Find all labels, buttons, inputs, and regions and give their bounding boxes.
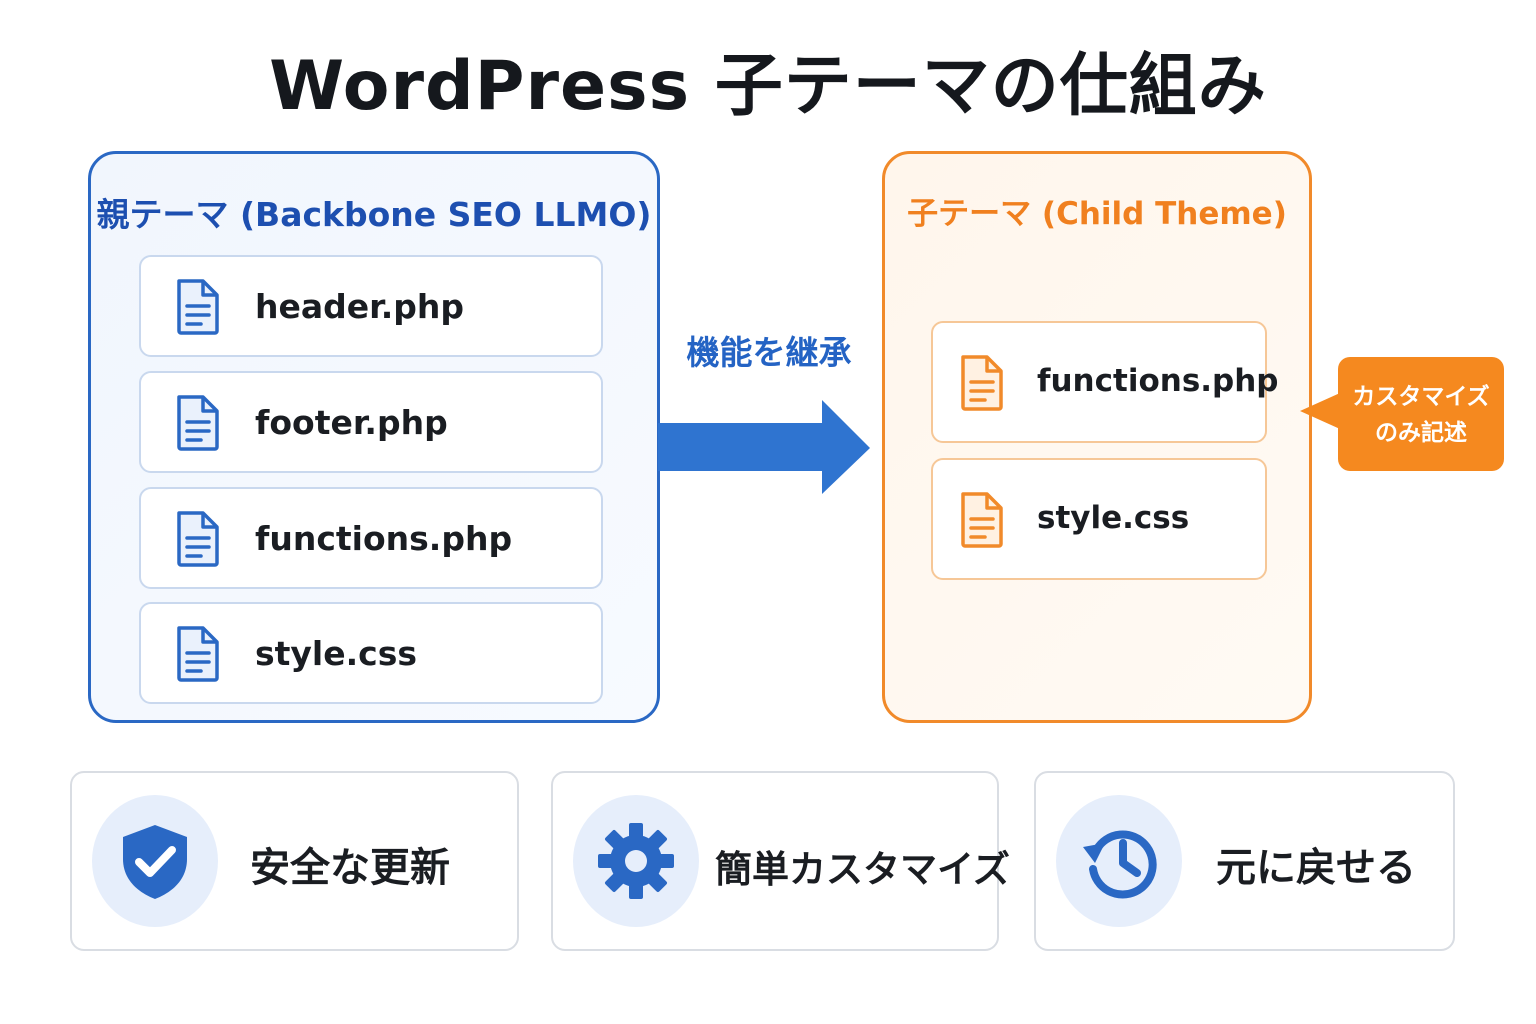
benefit-card-safe-update: 安全な更新 bbox=[70, 771, 519, 951]
gear-icon bbox=[598, 823, 674, 899]
file-card-footer-php: footer.php bbox=[139, 371, 603, 473]
file-name: style.css bbox=[1037, 500, 1190, 536]
shield-check-icon bbox=[123, 825, 187, 899]
document-icon bbox=[177, 511, 219, 567]
file-card-functions-php: functions.php bbox=[139, 487, 603, 589]
file-name: functions.php bbox=[255, 519, 513, 558]
arrow-right-icon bbox=[658, 400, 870, 494]
file-name: style.css bbox=[255, 634, 418, 673]
inherit-label: 機能を継承 bbox=[686, 333, 852, 372]
callout-box: カスタマイズ のみ記述 bbox=[1338, 357, 1504, 471]
document-icon bbox=[961, 355, 1003, 411]
callout-text: カスタマイズ のみ記述 bbox=[1338, 379, 1504, 451]
benefit-icon-circle bbox=[573, 795, 699, 927]
benefit-card-revertible: 元に戻せる bbox=[1034, 771, 1455, 951]
benefit-card-easy-customize: 簡単カスタマイズ bbox=[551, 771, 1010, 951]
benefit-icon-circle bbox=[1056, 795, 1182, 927]
child-theme-panel: 子テーマ (Child Theme) functions.php style.c… bbox=[882, 151, 1312, 723]
document-icon bbox=[961, 492, 1003, 548]
file-card-style-css: style.css bbox=[931, 458, 1267, 580]
file-card-functions-php: functions.php bbox=[931, 321, 1279, 443]
document-icon bbox=[177, 279, 219, 335]
benefit-label: 簡単カスタマイズ bbox=[715, 848, 1010, 891]
customize-callout: カスタマイズ のみ記述 bbox=[1300, 357, 1504, 471]
parent-theme-panel: 親テーマ (Backbone SEO LLMO) header.php foot… bbox=[88, 151, 660, 723]
history-icon bbox=[1083, 830, 1157, 899]
callout-pointer bbox=[1300, 393, 1340, 429]
callout-line-2: のみ記述 bbox=[1375, 420, 1467, 446]
parent-theme-title: 親テーマ (Backbone SEO LLMO) bbox=[96, 195, 652, 234]
child-theme-title: 子テーマ (Child Theme) bbox=[907, 196, 1287, 232]
benefit-label: 安全な更新 bbox=[250, 845, 450, 891]
file-name: functions.php bbox=[1037, 363, 1279, 399]
benefit-icon-circle bbox=[92, 795, 218, 927]
document-icon bbox=[177, 626, 219, 682]
page-title: WordPress 子テーマの仕組み bbox=[269, 47, 1267, 126]
document-icon bbox=[177, 395, 219, 451]
file-name: header.php bbox=[255, 287, 464, 326]
file-card-header-php: header.php bbox=[139, 255, 603, 357]
benefit-label: 元に戻せる bbox=[1216, 845, 1416, 891]
file-card-style-css: style.css bbox=[139, 602, 603, 704]
callout-line-1: カスタマイズ bbox=[1352, 384, 1490, 410]
file-name: footer.php bbox=[255, 403, 448, 442]
